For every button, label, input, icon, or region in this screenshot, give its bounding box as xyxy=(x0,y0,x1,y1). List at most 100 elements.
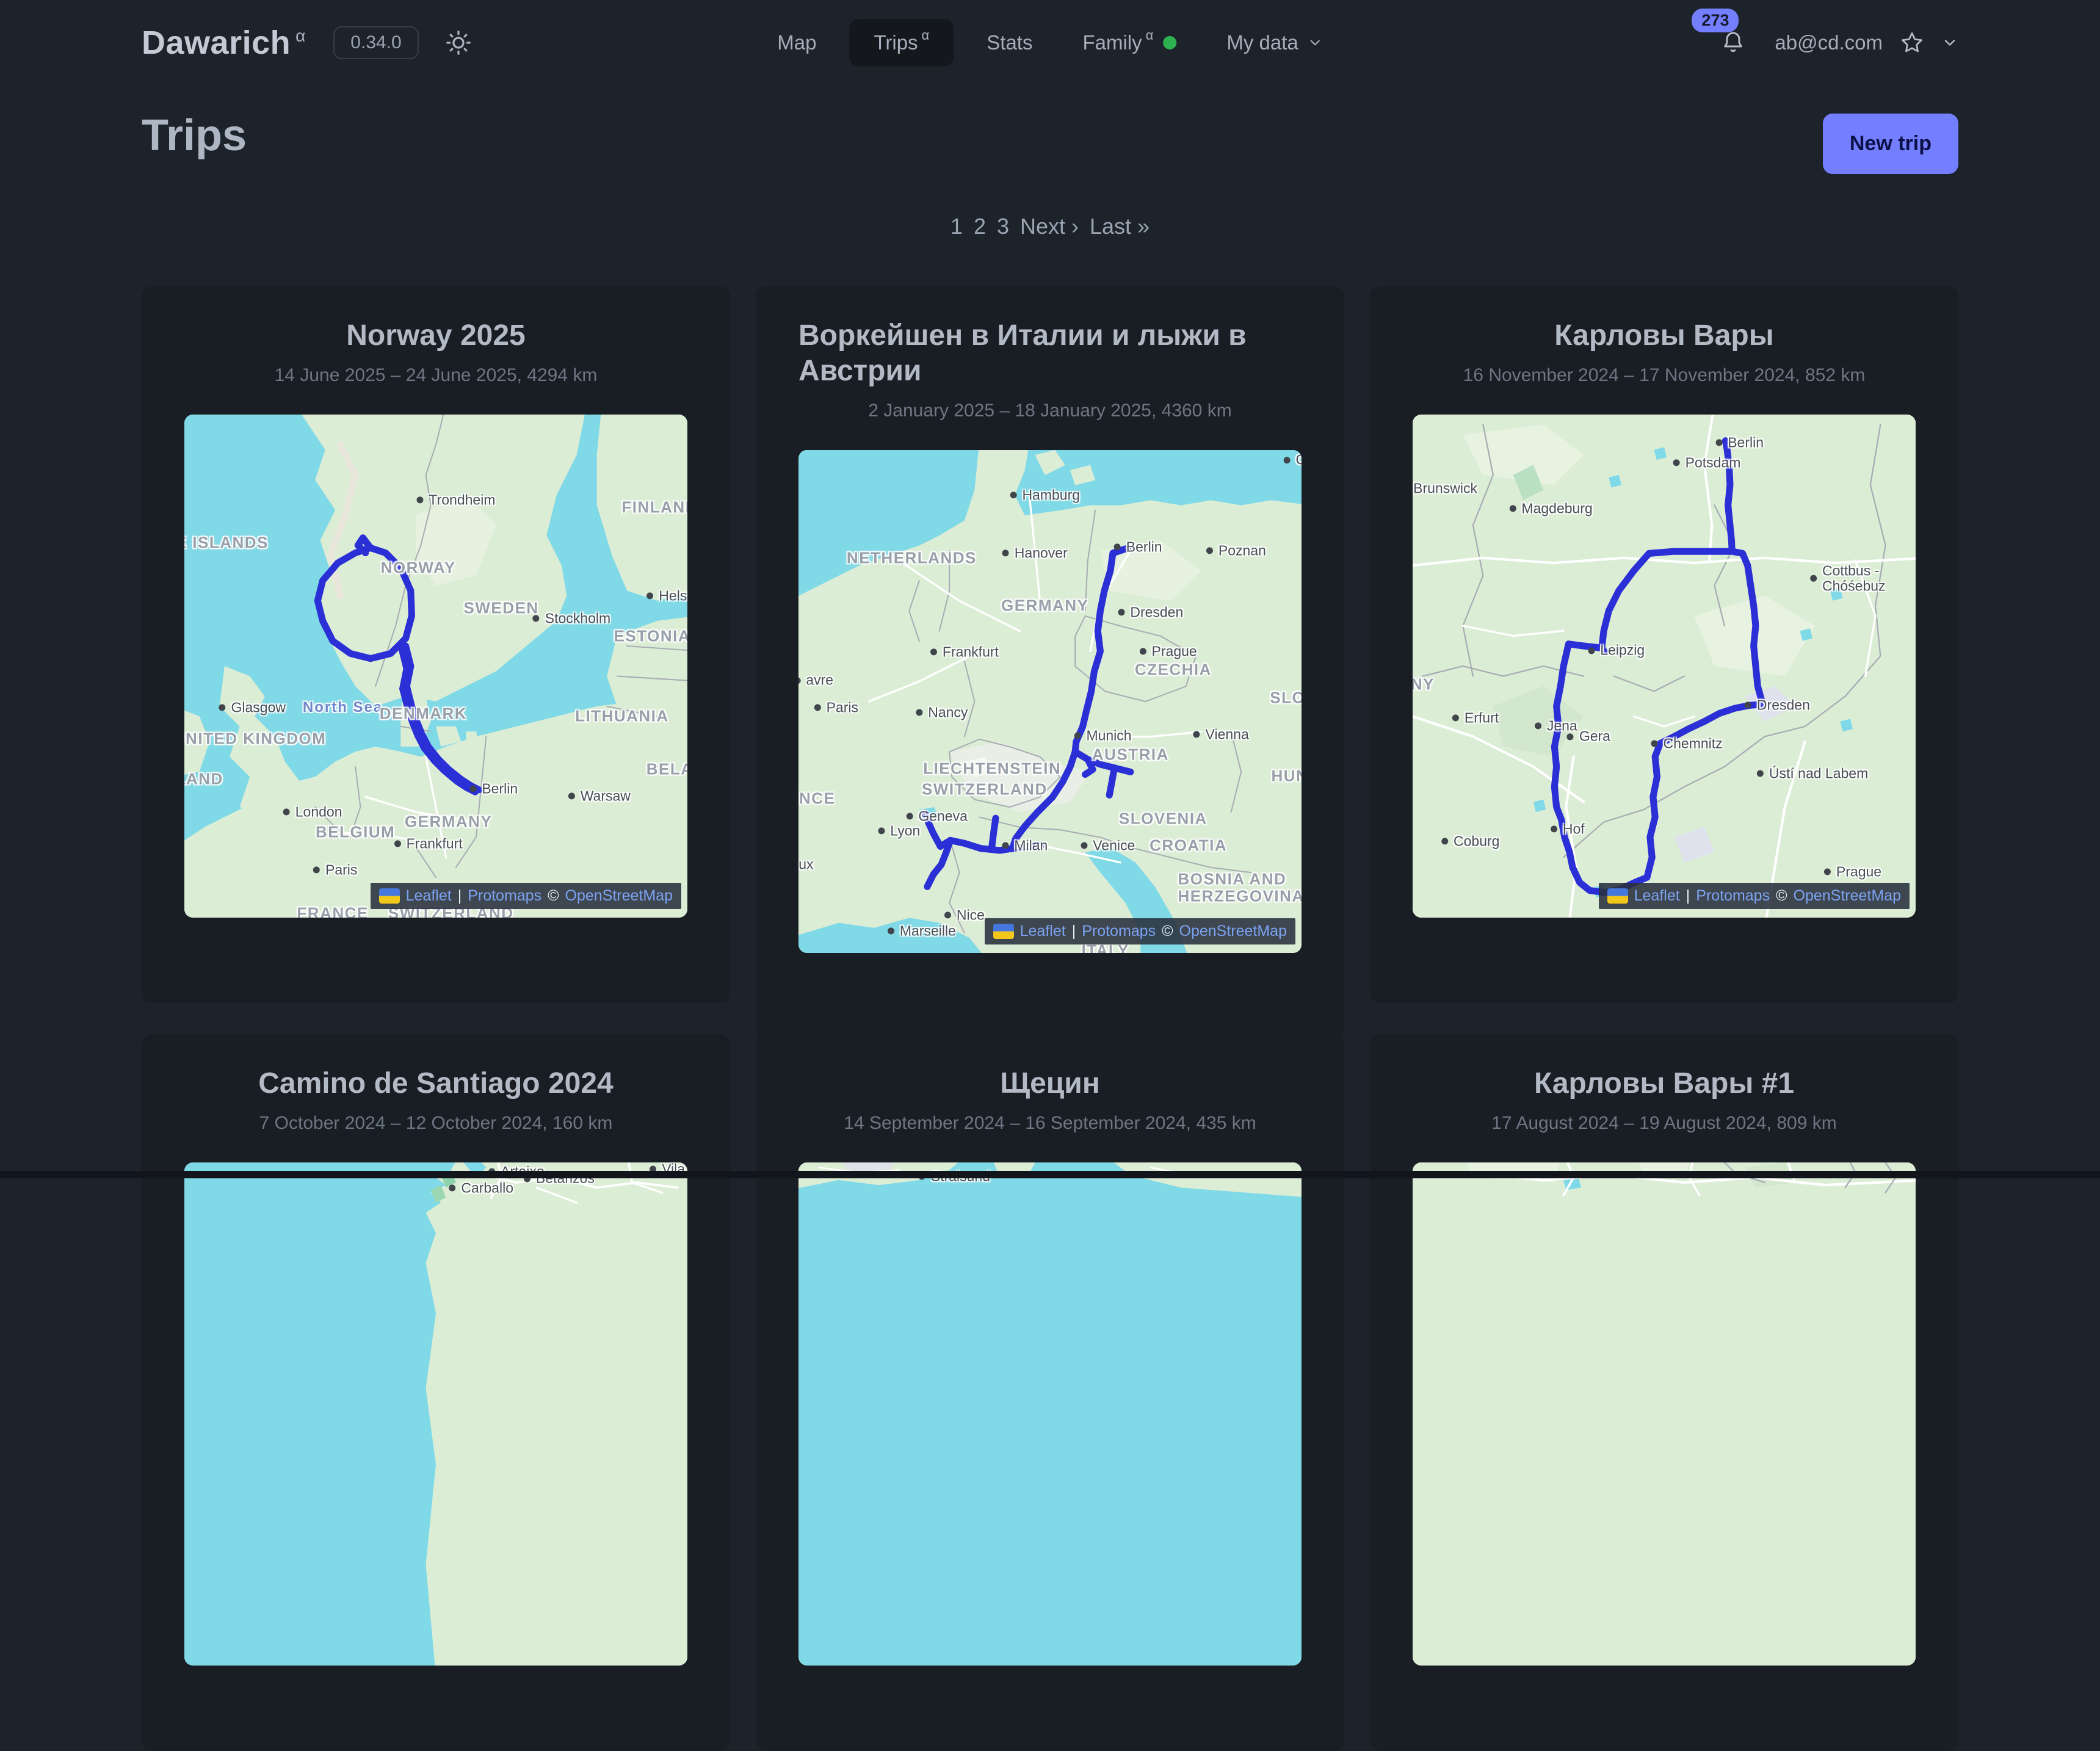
page-link-1[interactable]: 1 xyxy=(950,213,963,240)
nav-item-map[interactable]: Map xyxy=(760,21,833,64)
city-dot-icon xyxy=(814,704,821,711)
protomaps-link[interactable]: Protomaps xyxy=(468,887,541,905)
map-label: Poznan xyxy=(1206,543,1266,558)
map-label: Vienna xyxy=(1193,727,1249,742)
map-label: SWEDEN xyxy=(464,600,539,617)
city-dot-icon xyxy=(533,615,540,622)
nav-item-my-data[interactable]: My data xyxy=(1209,21,1339,64)
notification-count-badge: 273 xyxy=(1692,9,1739,32)
map-label: Geneva xyxy=(906,808,968,824)
page-link-next[interactable]: Next › xyxy=(1020,213,1079,240)
osm-link[interactable]: OpenStreetMap xyxy=(565,887,673,905)
map-label: NETHERLANDS xyxy=(847,549,977,567)
city-dot-icon xyxy=(1441,838,1448,844)
trip-card-norway-2025[interactable]: Norway 2025 14 June 2025 – 24 June 2025,… xyxy=(142,286,730,1003)
map-label: BOSNIA ANDHERZEGOVINA xyxy=(1178,870,1302,905)
map-label: Hof xyxy=(1551,821,1585,836)
city-dot-icon xyxy=(449,1185,455,1192)
trip-map[interactable]: GdHamburgNETHERLANDSHanoverBerlinPoznanG… xyxy=(798,450,1302,953)
map-label: Carballo xyxy=(449,1180,513,1195)
user-email[interactable]: ab@cd.com xyxy=(1775,31,1883,54)
new-trip-button[interactable]: New trip xyxy=(1823,114,1958,174)
page-link-2[interactable]: 2 xyxy=(974,213,986,240)
map-label: Brunswick xyxy=(1413,480,1477,496)
chevron-down-icon xyxy=(1307,35,1323,51)
city-dot-icon xyxy=(1588,647,1595,654)
city-dot-icon xyxy=(1074,733,1081,739)
city-dot-icon xyxy=(394,840,401,847)
city-dot-icon xyxy=(906,813,913,819)
map-label: HUNG xyxy=(1271,767,1302,785)
leaflet-link[interactable]: Leaflet xyxy=(1020,923,1066,940)
map-label: GERMANY xyxy=(1001,597,1088,615)
city-dot-icon xyxy=(1745,702,1751,709)
trip-card-karlovy-vary[interactable]: Карловы Вары 16 November 2024 – 17 Novem… xyxy=(1370,286,1958,1003)
city-dot-icon xyxy=(1535,723,1541,730)
trip-map[interactable]: BerlinPotsdamBrunswickMagdeburgCottbus -… xyxy=(1413,415,1916,918)
trip-card-karlovy-vary-1[interactable]: Карловы Вары #1 17 August 2024 – 19 Augu… xyxy=(1370,1034,1958,1751)
nav-item-trips[interactable]: Trips α xyxy=(849,19,954,67)
map-label: Prague xyxy=(1824,864,1881,879)
star-icon[interactable] xyxy=(1899,29,1925,56)
city-dot-icon xyxy=(1509,506,1516,512)
map-label: Prague xyxy=(1140,643,1197,659)
trip-map[interactable]: E ISLANDSTrondheimFINLANDNORWAYSWEDENSto… xyxy=(184,415,687,918)
copyright-symbol: © xyxy=(1776,887,1787,905)
osm-link[interactable]: OpenStreetMap xyxy=(1794,887,1902,905)
nav-item-family[interactable]: Family α xyxy=(1065,21,1193,64)
chevron-down-icon[interactable] xyxy=(1941,34,1958,51)
trip-card-italy-austria[interactable]: Воркейшен в Италии и лыжи в Австрии 2 Ja… xyxy=(756,286,1344,1039)
map-label: ESTONIA xyxy=(614,627,687,645)
map-label: Magdeburg xyxy=(1509,501,1592,516)
map-label: Frankfurt xyxy=(930,645,999,660)
page-title: Trips xyxy=(142,114,247,158)
city-dot-icon xyxy=(1824,869,1831,876)
nav-item-stats[interactable]: Stats xyxy=(969,21,1049,64)
trip-card-camino-de-santiago[interactable]: Camino de Santiago 2024 7 October 2024 –… xyxy=(142,1034,730,1751)
city-dot-icon xyxy=(1810,575,1817,582)
map-label: Milan xyxy=(1002,838,1048,853)
trip-dates: 14 September 2024 – 16 September 2024, 4… xyxy=(798,1112,1302,1134)
trip-dates: 16 November 2024 – 17 November 2024, 852… xyxy=(1413,364,1916,386)
map-label: BELGIUM xyxy=(316,824,395,841)
map-label: BELA xyxy=(646,761,687,778)
page-link-3[interactable]: 3 xyxy=(997,213,1009,240)
city-dot-icon xyxy=(1206,547,1213,554)
map-label: Gera xyxy=(1567,729,1610,744)
page-link-last[interactable]: Last » xyxy=(1090,213,1150,240)
app-logo[interactable]: Dawarich α xyxy=(142,24,305,62)
leaflet-link[interactable]: Leaflet xyxy=(406,887,452,905)
map-label: Paris xyxy=(313,862,357,877)
trip-map[interactable] xyxy=(1413,1162,1916,1666)
top-navbar: Dawarich α 0.34.0 Map Trips α Stats Fami… xyxy=(0,0,2100,85)
city-dot-icon xyxy=(878,827,885,834)
trip-title: Norway 2025 xyxy=(184,318,687,353)
protomaps-link[interactable]: Protomaps xyxy=(1696,887,1770,905)
ukraine-flag-icon xyxy=(1607,888,1628,904)
theme-toggle-button[interactable] xyxy=(444,29,472,57)
map-label: Dresden xyxy=(1745,698,1810,713)
city-dot-icon xyxy=(1551,825,1557,832)
map-label: LITHUANIA xyxy=(575,708,669,725)
trip-dates: 7 October 2024 – 12 October 2024, 160 km xyxy=(184,1112,687,1134)
trip-card-szczecin[interactable]: Щецин 14 September 2024 – 16 September 2… xyxy=(756,1034,1344,1751)
map-label: North Sea xyxy=(303,699,383,715)
osm-link[interactable]: OpenStreetMap xyxy=(1179,923,1287,940)
protomaps-link[interactable]: Protomaps xyxy=(1082,923,1156,940)
city-dot-icon xyxy=(1081,842,1087,849)
notifications-button[interactable]: 273 xyxy=(1718,28,1748,57)
map-label: CZECHIA xyxy=(1135,661,1212,679)
leaflet-link[interactable]: Leaflet xyxy=(1634,887,1680,905)
city-dot-icon xyxy=(1114,544,1121,551)
city-dot-icon xyxy=(1673,460,1680,466)
trip-title: Camino de Santiago 2024 xyxy=(184,1066,687,1101)
trip-map[interactable]: Stralsund xyxy=(798,1162,1302,1666)
trip-dates: 14 June 2025 – 24 June 2025, 4294 km xyxy=(184,364,687,386)
attribution-separator: | xyxy=(458,887,462,905)
trip-map[interactable]: ArteixoBetanzosVilaCarballo xyxy=(184,1162,687,1666)
city-dot-icon xyxy=(1002,842,1008,849)
window-bottom-edge xyxy=(0,1171,2100,1178)
city-dot-icon xyxy=(916,709,922,716)
map-label: SLOVA xyxy=(1270,689,1302,707)
map-label: Hamburg xyxy=(1010,488,1080,503)
